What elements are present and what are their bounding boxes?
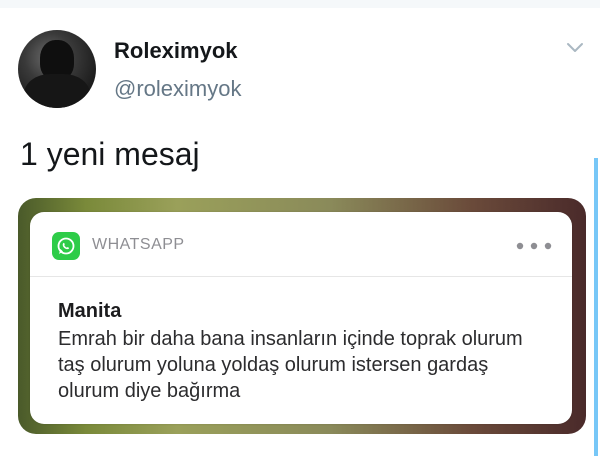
ellipsis-icon[interactable] [516,242,552,250]
sender-name: Manita [58,300,122,322]
notification-card: WHATSAPP Manita Emrah bir daha bana insa… [30,212,572,424]
chevron-down-icon[interactable] [566,42,584,54]
scrollbar[interactable] [594,158,598,456]
notification-message: Emrah bir daha bana insanların içinde to… [58,328,523,402]
user-handle[interactable]: @roleximyok [114,76,241,102]
display-name[interactable]: Roleximyok [114,38,238,64]
top-divider [0,0,600,8]
avatar-body-shape [24,74,90,108]
avatar[interactable] [18,30,96,108]
whatsapp-icon [52,232,80,260]
app-name: WHATSAPP [92,236,185,253]
card-divider [30,276,572,277]
tweet-text: 1 yeni mesaj [20,136,200,172]
